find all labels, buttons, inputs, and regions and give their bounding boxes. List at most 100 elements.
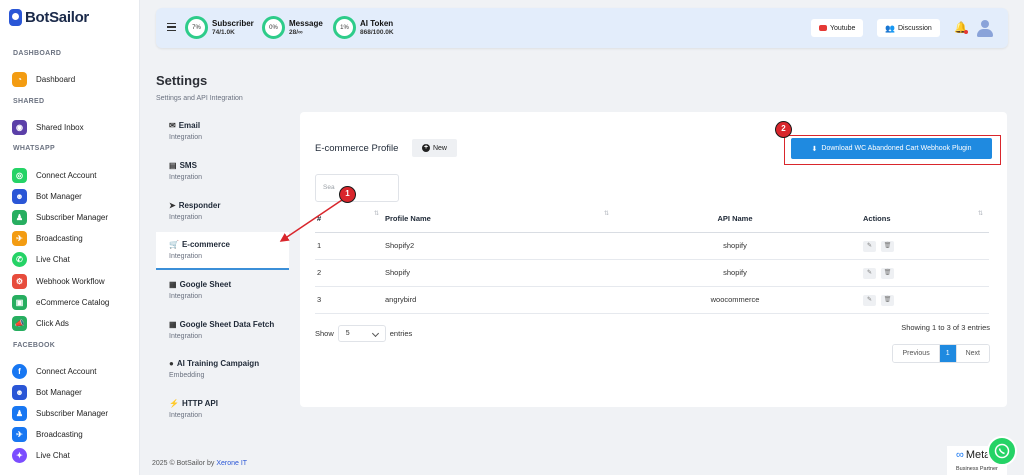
- settings-item-title: HTTP API: [181, 399, 218, 408]
- search-box[interactable]: [315, 174, 399, 202]
- settings-item-title: Responder: [178, 201, 221, 210]
- sidebar-item-click-ads[interactable]: 📣 Click Ads: [12, 314, 69, 332]
- bulb-icon: ●: [169, 359, 174, 368]
- column-label: #: [317, 213, 322, 223]
- menu-toggle-icon[interactable]: [167, 23, 176, 31]
- column-label: API Name: [717, 213, 753, 223]
- stat-value: 74/1.0K: [212, 29, 235, 36]
- sidebar-item-wa-bot-manager[interactable]: ☻ Bot Manager: [12, 187, 82, 205]
- settings-item-sms[interactable]: ▤ SMS Integration: [156, 153, 289, 191]
- edit-icon[interactable]: ✎: [863, 294, 876, 306]
- pagination: Previous 1 Next: [892, 344, 990, 363]
- envelope-icon: ✉: [169, 121, 176, 130]
- sidebar-item-wa-subscriber-manager[interactable]: ♟ Subscriber Manager: [12, 208, 108, 226]
- paper-plane-icon: ➤: [169, 201, 176, 210]
- row-api-name: shopify: [615, 259, 855, 287]
- settings-item-google-sheet[interactable]: ▦ Google Sheet Integration: [156, 272, 289, 310]
- settings-item-ecommerce[interactable]: 🛒 E-commerce Integration: [156, 232, 289, 270]
- column-header-profile-name[interactable]: Profile Name ⇅: [385, 205, 615, 233]
- row-number: 3: [315, 286, 385, 314]
- settings-item-http-api[interactable]: ⚡ HTTP API Integration: [156, 391, 289, 429]
- row-actions: ✎ 🗑: [855, 259, 989, 287]
- new-profile-button[interactable]: + New: [412, 139, 457, 157]
- logo-icon: [9, 9, 22, 26]
- edit-icon[interactable]: ✎: [863, 240, 876, 252]
- next-page-button[interactable]: Next: [955, 345, 989, 362]
- stat-message: 0% Message 28/∞: [262, 16, 323, 39]
- settings-item-google-sheet-data-fetch[interactable]: ▦ Google Sheet Data Fetch Integration: [156, 312, 289, 350]
- download-plugin-button[interactable]: ⬇ Download WC Abandoned Cart Webhook Plu…: [791, 138, 992, 159]
- notification-dot: [964, 30, 968, 34]
- ecommerce-card: E-commerce Profile + New ⬇ Download WC A…: [300, 112, 1007, 407]
- brand-logo[interactable]: BotSailor: [9, 9, 89, 26]
- avatar-head: [981, 20, 989, 28]
- sidebar-item-shared-inbox[interactable]: ◉ Shared Inbox: [12, 118, 84, 136]
- row-profile-name: angrybird: [385, 286, 615, 314]
- column-header-actions[interactable]: Actions ⇅: [855, 205, 989, 233]
- sidebar-item-label: Bot Manager: [36, 387, 82, 397]
- settings-item-email[interactable]: ✉ Email Integration: [156, 113, 289, 151]
- settings-item-title: Google Sheet Data Fetch: [179, 320, 275, 329]
- notification-bell-icon[interactable]: 🔔: [954, 21, 968, 35]
- progress-ring: 1%: [333, 16, 356, 39]
- new-button-label: New: [432, 144, 447, 152]
- sidebar-item-webhook-workflow[interactable]: ⚙ Webhook Workflow: [12, 272, 105, 290]
- annotation-marker-2: 2: [775, 121, 792, 138]
- annotation-marker-1: 1: [339, 186, 356, 203]
- page-size-select[interactable]: 5: [337, 325, 386, 342]
- trash-icon[interactable]: 🗑: [881, 240, 894, 252]
- brand-name: BotSailor: [25, 9, 89, 26]
- column-header-api-name[interactable]: API Name: [615, 205, 855, 233]
- sidebar-item-wa-connect-account[interactable]: ◎ Connect Account: [12, 166, 96, 184]
- sidebar-item-label: Click Ads: [36, 318, 69, 328]
- bot-icon: ☻: [12, 384, 27, 400]
- previous-page-button[interactable]: Previous: [893, 345, 939, 362]
- sidebar-item-label: Live Chat: [36, 254, 70, 264]
- entries-label: entries: [389, 329, 413, 338]
- edit-icon[interactable]: ✎: [863, 267, 876, 279]
- search-input[interactable]: [323, 184, 393, 191]
- chat-icon: ✆: [12, 251, 27, 267]
- cart-icon: 🛒: [169, 240, 179, 249]
- settings-item-ai-training[interactable]: ● AI Training Campaign Embedding: [156, 351, 289, 389]
- inbox-icon: ◉: [12, 119, 27, 135]
- sidebar-item-fb-subscriber-manager[interactable]: ♟ Subscriber Manager: [12, 404, 108, 422]
- user-avatar[interactable]: [976, 19, 993, 37]
- discussion-button[interactable]: 👥 Discussion: [877, 19, 940, 37]
- sidebar-item-label: Shared Inbox: [36, 122, 84, 132]
- sidebar-item-label: Subscriber Manager: [36, 212, 109, 222]
- download-icon: ⬇: [811, 145, 818, 153]
- trash-icon[interactable]: 🗑: [881, 294, 894, 306]
- page-button-1[interactable]: 1: [938, 345, 956, 362]
- sidebar-item-label: eCommerce Catalog: [36, 297, 110, 307]
- sidebar-item-label: Bot Manager: [36, 191, 82, 201]
- settings-item-responder[interactable]: ➤ Responder Integration: [156, 193, 289, 231]
- sidebar-item-fb-broadcasting[interactable]: ✈ Broadcasting: [12, 425, 83, 443]
- row-number: 2: [315, 259, 385, 287]
- sidebar-item-wa-live-chat[interactable]: ✆ Live Chat: [12, 250, 70, 268]
- meta-infinity-icon: ∞: [956, 449, 964, 461]
- progress-ring: 0%: [262, 16, 285, 39]
- card-title: E-commerce Profile: [315, 143, 399, 154]
- trash-icon[interactable]: 🗑: [881, 267, 894, 279]
- sidebar-item-ecommerce-catalog[interactable]: ▣ eCommerce Catalog: [12, 293, 109, 311]
- settings-item-title: Google Sheet: [179, 280, 232, 289]
- whatsapp-chat-button[interactable]: [987, 436, 1017, 466]
- gauge-icon: ◔: [12, 71, 27, 87]
- sidebar-item-fb-live-chat[interactable]: ✦ Live Chat: [12, 446, 70, 464]
- sidebar-item-fb-connect-account[interactable]: f Connect Account: [12, 362, 96, 380]
- column-header-number[interactable]: # ⇅: [315, 205, 385, 233]
- youtube-button[interactable]: Youtube: [811, 19, 864, 37]
- footer-company-link[interactable]: Xerone IT: [216, 460, 247, 467]
- meta-sub: Business Partner: [956, 466, 998, 472]
- sidebar-item-fb-bot-manager[interactable]: ☻ Bot Manager: [12, 383, 82, 401]
- sheet-icon: ▦: [169, 320, 177, 329]
- sidebar-item-label: Broadcasting: [36, 233, 83, 243]
- sidebar-item-dashboard[interactable]: ◔ Dashboard: [12, 70, 75, 88]
- avatar-body: [977, 29, 993, 37]
- column-label: Profile Name: [385, 213, 431, 223]
- sidebar-item-wa-broadcasting[interactable]: ✈ Broadcasting: [12, 229, 83, 247]
- sidebar-item-label: Subscriber Manager: [36, 408, 109, 418]
- row-profile-name: Shopify: [385, 259, 615, 287]
- show-label: Show: [315, 329, 334, 338]
